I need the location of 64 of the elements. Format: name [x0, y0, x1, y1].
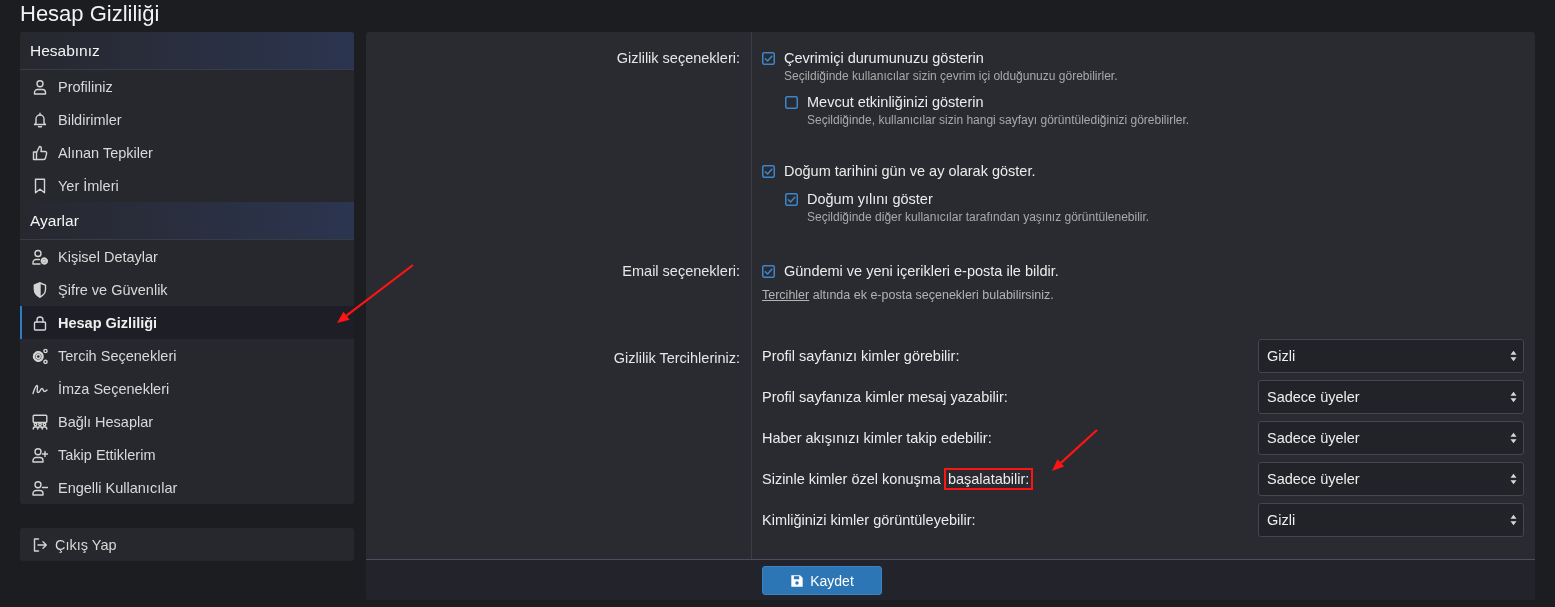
- option-label: Çevrimiçi durumunuzu gösterin: [784, 50, 984, 66]
- preference-label: Sizinle kimler özel konuşma: [762, 471, 941, 487]
- select-field[interactable]: Sadece üyeler: [1258, 421, 1524, 455]
- option-label: Gündemi ve yeni içerikleri e-posta ile bildir.: [784, 263, 1059, 279]
- preference-label: Kimliğinizi kimler görüntüleyebilir:: [762, 512, 976, 528]
- preferences-link[interactable]: Tercihler: [762, 288, 810, 302]
- bell-icon: [32, 111, 48, 128]
- checkbox[interactable]: [762, 164, 775, 178]
- sidebar-item[interactable]: Takip Ettiklerim: [20, 438, 354, 471]
- checkbox[interactable]: [762, 264, 775, 278]
- select-field[interactable]: Gizli: [1258, 503, 1524, 537]
- lock-icon: [32, 314, 48, 331]
- user-minus-icon: [32, 479, 48, 496]
- updown-caret-icon: [1510, 473, 1517, 485]
- sidebar-item[interactable]: Engelli Kullanıcılar: [20, 471, 354, 504]
- sidebar-item[interactable]: Hesap Gizliliği: [20, 306, 354, 339]
- save-button[interactable]: Kaydet: [762, 566, 882, 595]
- sidebar-item[interactable]: Bağlı Hesaplar: [20, 405, 354, 438]
- sidebar-item[interactable]: İmza Seçenekleri: [20, 372, 354, 405]
- sidebar-item[interactable]: Alınan Tepkiler: [20, 136, 354, 169]
- updown-caret-icon: [1510, 391, 1517, 403]
- option-label: Doğum tarihini gün ve ay olarak göster.: [784, 163, 1036, 179]
- updown-caret-icon: [1510, 350, 1517, 362]
- group-label: Email seçenekleri:: [622, 263, 740, 279]
- option-hint: Seçildiğinde diğer kullanıcılar tarafından yaşınız görüntülenebilir.: [807, 210, 1150, 224]
- annotation-arrow: [1052, 429, 1098, 471]
- sidebar-item[interactable]: Yer İmleri: [20, 169, 354, 202]
- gears-icon: [32, 347, 48, 364]
- logout-item[interactable]: Çıkış Yap: [20, 528, 354, 561]
- sidebar-item[interactable]: Şifre ve Güvenlik: [20, 273, 354, 306]
- checkbox[interactable]: [785, 192, 798, 206]
- preference-label: Profil sayfanızı kimler görebilir:: [762, 348, 960, 364]
- checkbox[interactable]: [785, 95, 798, 109]
- email-note: Tercihler altında ek e-posta seçenekleri bulabilirsiniz.: [762, 288, 1054, 302]
- group-label: Gizlilik seçenekleri:: [616, 50, 740, 66]
- user-gear-icon: [32, 248, 48, 265]
- sidebar-item[interactable]: Kişisel Detaylar: [20, 240, 354, 273]
- checkbox[interactable]: [762, 51, 775, 65]
- shield-icon: [32, 281, 48, 298]
- bookmark-icon: [32, 177, 48, 194]
- thumbs-up-icon: [32, 144, 48, 161]
- option-hint: Seçildiğinde, kullanıcılar sizin hangi sayfayı görüntülediğinizi görebilirler.: [807, 113, 1190, 127]
- page-title: Hesap Gizliliği: [20, 0, 160, 28]
- logout-icon: [32, 536, 48, 553]
- select-field[interactable]: Sadece üyeler: [1258, 380, 1524, 414]
- sidebar-section-header: Hesabınız: [20, 32, 354, 70]
- preference-label: Profil sayfanıza kimler mesaj yazabilir:: [762, 389, 1008, 405]
- user-plus-icon: [32, 446, 48, 463]
- select-field[interactable]: Gizli: [1258, 339, 1524, 373]
- sidebar-section-header: Ayarlar: [20, 202, 354, 240]
- select-field[interactable]: Sadece üyeler: [1258, 462, 1524, 496]
- group-label: Gizlilik Tercihleriniz:: [613, 350, 740, 366]
- option-hint: Seçildiğinde kullanıcılar sizin çevrim içi olduğunuzu görebilirler.: [784, 69, 1118, 83]
- sidebar-item[interactable]: Tercih Seçenekleri: [20, 339, 354, 372]
- option-label: Doğum yılını göster: [807, 191, 933, 207]
- sidebar-item[interactable]: Bildirimler: [20, 103, 354, 136]
- user-icon: [32, 78, 48, 95]
- option-label: Mevcut etkinliğinizi gösterin: [807, 94, 984, 110]
- annotation-highlight: başalatabilir:: [943, 468, 1034, 490]
- sidebar-item[interactable]: Profiliniz: [20, 70, 354, 103]
- updown-caret-icon: [1510, 432, 1517, 444]
- group-icon: [32, 413, 48, 430]
- updown-caret-icon: [1510, 514, 1517, 526]
- preference-label: Haber akışınızı kimler takip edebilir:: [762, 430, 992, 446]
